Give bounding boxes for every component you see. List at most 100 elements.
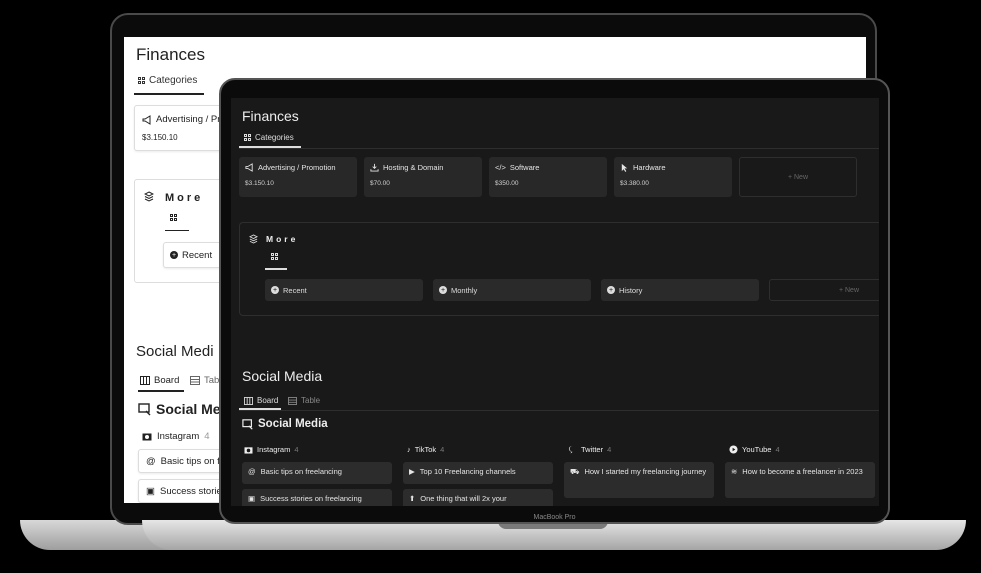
tab-label: Categories: [255, 133, 294, 142]
tab-label: Board: [154, 375, 180, 386]
card-value: $350.00: [495, 180, 519, 187]
more-item-recent[interactable]: + Recent: [265, 279, 423, 301]
post-card[interactable]: ⛟ How I started my freelancing journey: [564, 462, 714, 498]
stack-icon: [249, 234, 258, 244]
gallery-icon: [244, 134, 251, 141]
card-text: One thing that will 2x your: [420, 494, 507, 503]
board-heading: Social Me: [138, 401, 221, 417]
card-text: Basic tips on fr: [160, 455, 223, 467]
tab-underline: [165, 230, 189, 231]
arrow-up-icon: ⬆: [409, 494, 416, 503]
page-title: Finances: [242, 108, 299, 124]
category-card[interactable]: </> Software $350.00: [489, 157, 607, 197]
more-title: More: [165, 192, 204, 204]
column-instagram: Instagram 4: [244, 445, 299, 454]
play-icon: ▶: [409, 467, 415, 476]
post-card[interactable]: @ Basic tips on fr: [138, 449, 228, 473]
music-note-icon: ♪: [407, 445, 411, 454]
category-card[interactable]: Advertising / Pr $3.150.10: [134, 105, 224, 151]
column-name: Instagram: [257, 445, 291, 454]
column-instagram: Instagram 4: [142, 431, 210, 442]
plus-icon: +: [170, 251, 178, 259]
tab-underline: [265, 268, 287, 270]
category-card[interactable]: Advertising / Promotion $3.150.10: [239, 157, 357, 197]
card-value: $3.150.10: [245, 180, 274, 187]
tab-categories[interactable]: Categories: [244, 133, 294, 142]
heading-text: Social Me: [156, 401, 221, 417]
column-youtube: YouTube 4: [729, 445, 780, 454]
tab-label: Board: [257, 396, 279, 405]
post-card[interactable]: ▣ Success stories: [138, 479, 228, 503]
at-icon: @: [146, 455, 156, 467]
card-text: Success stories: [159, 485, 227, 497]
gallery-icon: [138, 77, 145, 84]
at-icon: @: [248, 467, 256, 476]
cursor-icon: [621, 163, 628, 172]
item-label: Recent: [182, 249, 213, 261]
column-name: Instagram: [157, 431, 200, 442]
item-label: Recent: [283, 285, 307, 295]
camera-icon: [244, 446, 253, 454]
post-card[interactable]: ≋ How to become a freelancer in 2023: [725, 462, 875, 498]
card-value: $3.150.10: [142, 133, 178, 142]
column-count: 4: [440, 445, 445, 454]
board-icon: [244, 396, 253, 405]
more-item-history[interactable]: + History: [601, 279, 759, 301]
card-title: Advertising / Pr: [156, 114, 221, 125]
column-twitter: Twitter 4: [568, 445, 611, 454]
column-name: TikTok: [414, 445, 437, 454]
card-text: How to become a freelancer in 2023: [742, 467, 863, 476]
tab-underline: [138, 390, 184, 392]
heading-text: Social Media: [258, 418, 328, 430]
column-tiktok: ♪ TikTok 4: [407, 445, 444, 454]
category-card[interactable]: Hardware $3.380.00: [614, 157, 732, 197]
tab-label: Categories: [149, 75, 198, 86]
gallery-icon: [170, 214, 177, 221]
gallery-icon: [271, 253, 278, 260]
more-title: More: [266, 234, 299, 244]
card-title: Software: [509, 163, 540, 172]
item-label: Monthly: [451, 285, 478, 295]
tab-table[interactable]: Table: [288, 396, 320, 405]
tab-board[interactable]: Board: [244, 396, 278, 405]
tab-categories[interactable]: Categories: [138, 75, 197, 86]
megaphone-icon: [142, 114, 151, 125]
card-title: Advertising / Promotion: [258, 163, 336, 172]
column-count: 4: [204, 431, 210, 442]
card-value: $70.00: [370, 180, 390, 187]
board-heading: Social Media: [242, 418, 328, 430]
new-category-button[interactable]: + New: [739, 157, 857, 197]
divider: [239, 148, 879, 149]
chat-icon: ▣: [146, 485, 155, 497]
more-section: More + Recent: [134, 179, 224, 283]
front-screen: Finances Categories Advertising / Promot…: [231, 98, 879, 506]
column-count: 4: [294, 445, 299, 454]
card-value: $3.380.00: [620, 180, 649, 187]
device-mockup: Finances Categories Advertising / Pr $3.…: [0, 0, 981, 573]
column-count: 4: [775, 445, 780, 454]
more-item-monthly[interactable]: + Monthly: [433, 279, 591, 301]
post-card[interactable]: ▶ Top 10 Freelancing channels: [403, 462, 553, 484]
plus-icon: +: [271, 286, 279, 294]
stack-icon: ≋: [731, 467, 738, 476]
new-item-button[interactable]: + New: [769, 279, 879, 301]
post-card[interactable]: ▣ Success stories on freelancing: [242, 489, 392, 506]
card-title: Hardware: [633, 163, 666, 172]
post-card[interactable]: @ Basic tips on freelancing: [242, 462, 392, 484]
card-text: How I started my freelancing journey: [584, 467, 707, 476]
card-text: Success stories on freelancing: [260, 494, 362, 503]
tab-board[interactable]: Board: [140, 375, 179, 386]
post-card[interactable]: ⬆ One thing that will 2x your: [403, 489, 553, 506]
more-section: More + Recent + Monthly + History + New: [239, 222, 879, 316]
megaphone-icon: [245, 163, 253, 172]
card-text: Top 10 Freelancing channels: [419, 467, 516, 476]
divider: [239, 410, 879, 411]
column-count: 4: [607, 445, 612, 454]
table-icon: [190, 376, 200, 385]
chat-icon: ▣: [248, 494, 256, 503]
category-card[interactable]: Hosting & Domain $70.00: [364, 157, 482, 197]
code-icon: </>: [495, 163, 506, 172]
tab-table[interactable]: Tabl: [190, 375, 221, 386]
download-icon: [370, 163, 379, 172]
recent-item[interactable]: + Recent: [163, 242, 223, 268]
